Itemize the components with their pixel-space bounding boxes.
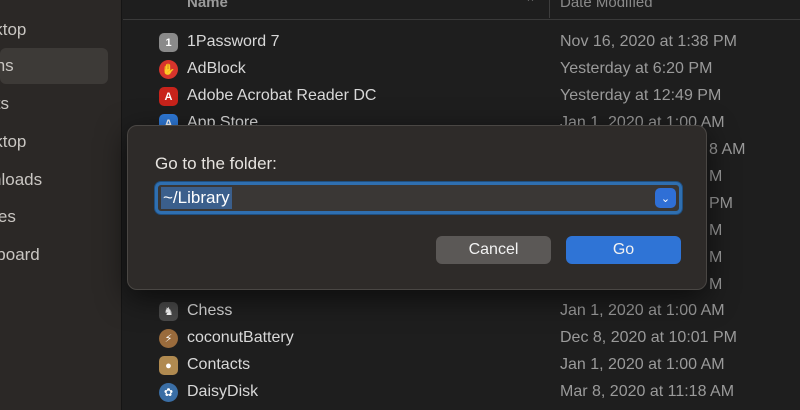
chess-icon: ♞ — [159, 302, 178, 321]
go-to-folder-dialog: Go to the folder: ~/Library ⌄ Cancel Go — [127, 125, 707, 290]
file-date: Mar 8, 2020 at 11:18 AM — [560, 383, 735, 400]
date-fragment: M — [709, 249, 723, 266]
sidebar-item-label: Clipboard — [0, 245, 40, 264]
date-fragment: 8 AM — [709, 141, 746, 158]
chevron-down-icon[interactable]: ⌄ — [655, 188, 676, 208]
sidebar-item-desktop-2[interactable]: Desktop — [0, 124, 122, 160]
file-name: Contacts — [187, 356, 251, 373]
date-fragment: M — [709, 276, 723, 293]
daisydisk-icon: ✿ — [159, 383, 178, 402]
sidebar-item-applications[interactable]: Applications — [0, 48, 108, 84]
sidebar-item-label: Applications — [0, 56, 14, 75]
folder-path-value[interactable]: ~/Library — [161, 187, 232, 209]
acrobat-icon: A — [159, 87, 178, 106]
file-date: Jan 1, 2020 at 1:00 AM — [560, 356, 725, 373]
column-name[interactable]: Name — [187, 0, 228, 11]
file-name: Adobe Acrobat Reader DC — [187, 87, 377, 104]
sort-chevron-icon[interactable]: ⌃ — [525, 0, 536, 11]
file-name: coconutBattery — [187, 329, 294, 346]
file-date: Jan 1, 2020 at 1:00 AM — [560, 302, 725, 319]
table-row[interactable]: A Adobe Acrobat Reader DC Yesterday at 1… — [123, 83, 800, 110]
sidebar-item-downloads[interactable]: Downloads — [0, 162, 122, 198]
file-name: Chess — [187, 302, 233, 319]
sidebar-item-label: Movies — [0, 207, 16, 226]
file-date: Dec 8, 2020 at 10:01 PM — [560, 329, 737, 346]
file-name: 1Password 7 — [187, 33, 280, 50]
folder-path-input[interactable]: ~/Library ⌄ — [155, 182, 682, 214]
dialog-title: Go to the folder: — [155, 154, 277, 173]
sidebar: Desktop Applications Documents Desktop D… — [0, 0, 122, 410]
go-button[interactable]: Go — [566, 236, 681, 264]
battery-icon: ⚡ — [159, 329, 178, 348]
file-date: Yesterday at 12:49 PM — [560, 87, 722, 104]
sidebar-item-movies[interactable]: Movies — [0, 199, 122, 235]
table-row[interactable]: ♞ Chess Jan 1, 2020 at 1:00 AM — [123, 298, 800, 325]
1password-icon: 1 — [159, 33, 178, 52]
file-date: Yesterday at 6:20 PM — [560, 60, 713, 77]
adblock-icon: ✋ — [159, 60, 178, 79]
column-date-modified[interactable]: Date Modified — [560, 0, 653, 11]
table-row[interactable]: 1 1Password 7 Nov 16, 2020 at 1:38 PM — [123, 29, 800, 56]
date-fragment: M — [709, 222, 723, 239]
column-header: Name ⌃ Date Modified — [123, 0, 800, 20]
sidebar-item-desktop[interactable]: Desktop — [0, 12, 122, 48]
sidebar-item-label: Documents — [0, 94, 9, 113]
finder-window: Desktop Applications Documents Desktop D… — [0, 0, 800, 410]
sidebar-item-label: Downloads — [0, 170, 43, 189]
contacts-icon: ● — [159, 356, 178, 375]
column-divider[interactable] — [549, 0, 550, 18]
date-fragment: PM — [709, 195, 733, 212]
file-name: AdBlock — [187, 60, 246, 77]
table-row[interactable]: ● Contacts Jan 1, 2020 at 1:00 AM — [123, 352, 800, 379]
file-date: Nov 16, 2020 at 1:38 PM — [560, 33, 737, 50]
sidebar-item-clipboard[interactable]: Clipboard — [0, 237, 122, 273]
sidebar-item-label: Desktop — [0, 20, 27, 39]
cancel-button[interactable]: Cancel — [436, 236, 551, 264]
table-row[interactable]: ⚡ coconutBattery Dec 8, 2020 at 10:01 PM — [123, 325, 800, 352]
file-name: DaisyDisk — [187, 383, 259, 400]
sidebar-item-label: Desktop — [0, 132, 27, 151]
sidebar-item-documents[interactable]: Documents — [0, 86, 122, 122]
table-row[interactable]: ✿ DaisyDisk Mar 8, 2020 at 11:18 AM — [123, 379, 800, 406]
date-fragment: M — [709, 168, 723, 185]
table-row[interactable]: ✋ AdBlock Yesterday at 6:20 PM — [123, 56, 800, 83]
